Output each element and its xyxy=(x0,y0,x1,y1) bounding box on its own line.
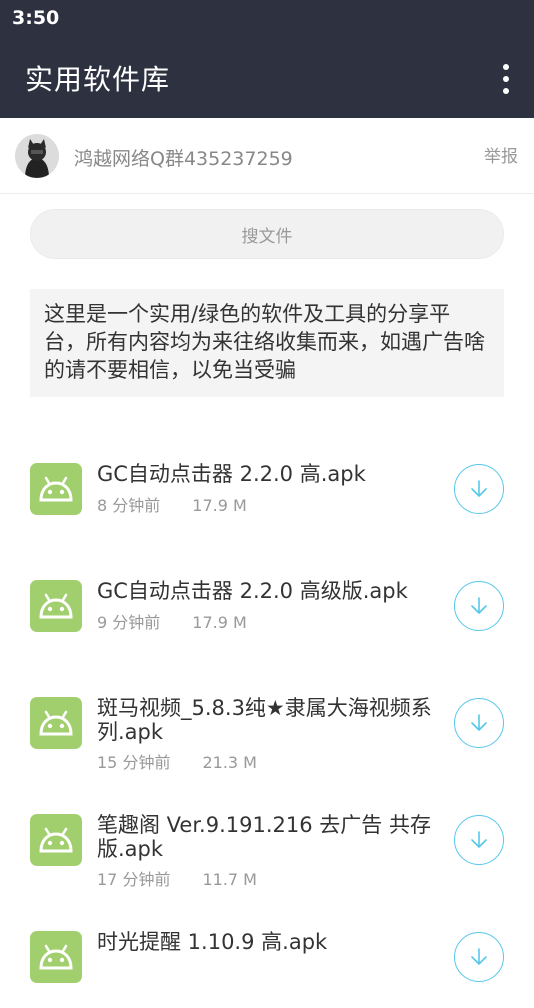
file-name: GC自动点击器 2.2.0 高.apk xyxy=(97,462,366,486)
file-name: 笔趣阁 Ver.9.191.216 去广告 共存版.apk xyxy=(97,813,431,861)
file-size: 11.7 M xyxy=(202,870,257,889)
list-item[interactable]: 斑马视频_5.8.3纯★隶属大海视频系列.apk 15 分钟前 21.3 M xyxy=(0,664,534,774)
file-name: 斑马视频_5.8.3纯★隶属大海视频系列.apk xyxy=(97,696,432,744)
search-placeholder: 搜文件 xyxy=(241,226,293,247)
list-item[interactable]: 时光提醒 1.10.9 高.apk xyxy=(0,898,534,1008)
report-link[interactable]: 举报 xyxy=(484,142,518,167)
app-bar: 3:50 实用软件库 xyxy=(0,0,534,118)
file-name: GC自动点击器 2.2.0 高级版.apk xyxy=(97,579,408,603)
file-meta: 15 分钟前 21.3 M xyxy=(97,749,257,773)
list-item[interactable]: GC自动点击器 2.2.0 高.apk 8 分钟前 17.9 M xyxy=(0,430,534,540)
search-input[interactable]: 搜文件 xyxy=(30,209,504,259)
download-icon[interactable] xyxy=(454,932,504,982)
notice-text: 这里是一个实用/绿色的软件及工具的分享平台，所有内容均为来往络收集而来，如遇广告… xyxy=(44,302,485,382)
download-icon[interactable] xyxy=(454,698,504,748)
status-bar-time: 3:50 xyxy=(12,7,60,29)
android-icon xyxy=(30,697,82,749)
file-size: 21.3 M xyxy=(202,753,257,772)
file-meta: 9 分钟前 17.9 M xyxy=(97,609,247,633)
android-icon xyxy=(30,580,82,632)
owner-row: 鸿越网络Q群435237259 举报 xyxy=(0,118,534,194)
android-icon xyxy=(30,463,82,515)
list-item[interactable]: GC自动点击器 2.2.0 高级版.apk 9 分钟前 17.9 M xyxy=(0,547,534,657)
download-icon[interactable] xyxy=(454,464,504,514)
page-title: 实用软件库 xyxy=(25,63,171,96)
download-icon[interactable] xyxy=(454,815,504,865)
owner-name[interactable]: 鸿越网络Q群435237259 xyxy=(74,144,293,171)
android-icon xyxy=(30,814,82,866)
file-time: 8 分钟前 xyxy=(97,496,161,515)
file-time: 15 分钟前 xyxy=(97,753,171,772)
file-meta: 17 分钟前 11.7 M xyxy=(97,866,257,890)
file-name: 时光提醒 1.10.9 高.apk xyxy=(97,930,328,954)
avatar[interactable] xyxy=(15,134,59,178)
more-vertical-icon[interactable] xyxy=(500,64,512,94)
file-size: 17.9 M xyxy=(192,613,247,632)
file-size: 17.9 M xyxy=(192,496,247,515)
list-item[interactable]: 笔趣阁 Ver.9.191.216 去广告 共存版.apk 17 分钟前 11.7… xyxy=(0,781,534,891)
download-icon[interactable] xyxy=(454,581,504,631)
file-time: 9 分钟前 xyxy=(97,613,161,632)
file-meta: 8 分钟前 17.9 M xyxy=(97,492,247,516)
file-time: 17 分钟前 xyxy=(97,870,171,889)
notice-box: 这里是一个实用/绿色的软件及工具的分享平台，所有内容均为来往络收集而来，如遇广告… xyxy=(30,289,504,397)
android-icon xyxy=(30,931,82,983)
